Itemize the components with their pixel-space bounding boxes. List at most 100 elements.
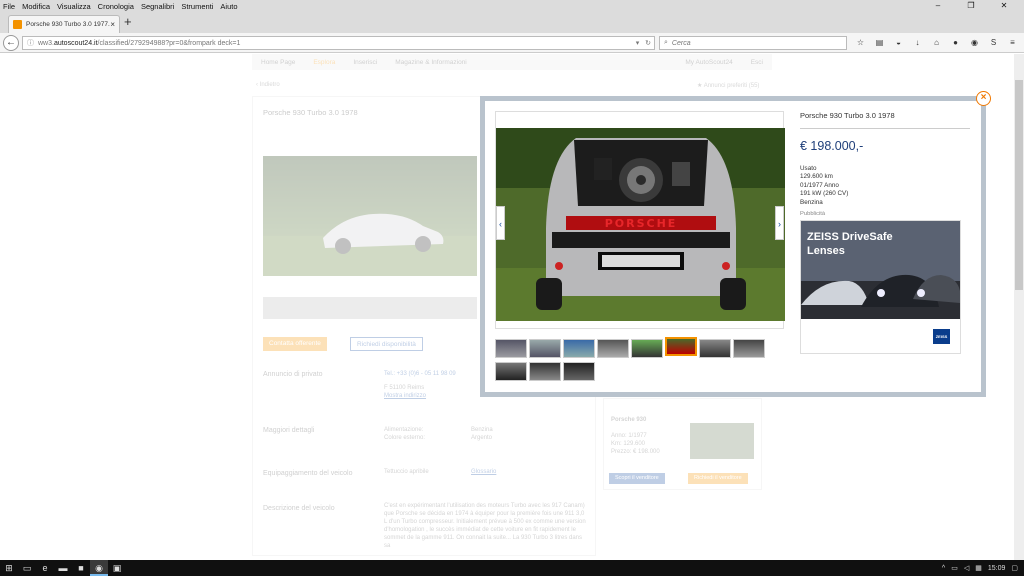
seller-phone[interactable]: Tel.: +33 (0)6 - 05 11 98 09 [384, 371, 456, 377]
clock[interactable]: 15:09 [988, 565, 1006, 572]
new-tab-button[interactable]: + [124, 15, 132, 29]
navigation-bar: ← ⓘ ww3.autoscout24.it/classified/279294… [0, 33, 1024, 53]
porsche-engine-image: PORSCHE [496, 128, 785, 321]
minimize-button[interactable]: – [925, 0, 951, 12]
close-modal-button[interactable]: × [976, 91, 991, 106]
chat-icon[interactable]: ● [946, 36, 965, 50]
thumbnail[interactable] [495, 339, 527, 358]
zeiss-advertisement[interactable]: ZEISS DriveSafe Lenses ZEISS [800, 220, 961, 354]
window-controls: – ❐ ✕ [925, 0, 1024, 12]
site-nav-home[interactable]: Home Page [261, 59, 295, 66]
thumbnail[interactable] [563, 362, 595, 381]
info-icon[interactable]: ⓘ [27, 38, 34, 48]
menu-cronologia[interactable]: Cronologia [98, 2, 134, 11]
menu-strumenti[interactable]: Strumenti [181, 2, 213, 11]
next-photo-button[interactable]: › [775, 206, 784, 240]
color-value: Argento [471, 435, 493, 441]
thumbnail[interactable] [733, 339, 765, 358]
car-side-image [263, 213, 477, 276]
similar-btn-1[interactable]: Scopri il venditore [609, 473, 665, 484]
extension-icon[interactable]: ◉ [965, 36, 984, 50]
app-icon[interactable]: ■ [72, 560, 90, 576]
thumbnail[interactable] [699, 339, 731, 358]
volume-icon[interactable]: ◁ [964, 564, 969, 572]
similar-listing-card[interactable]: Porsche 930 Anno: 1/1977 Km: 129.600 Pre… [603, 398, 762, 490]
thumbnail-selected[interactable] [665, 337, 697, 356]
menu-hamburger-icon[interactable]: ≡ [1003, 36, 1022, 50]
porsche-lettering: PORSCHE [605, 217, 678, 230]
thumbnail[interactable] [597, 339, 629, 358]
seller-section-label: Annuncio di privato [263, 371, 323, 378]
maximize-button[interactable]: ❐ [958, 0, 984, 12]
tab-close-icon[interactable]: × [110, 20, 115, 29]
site-nav-esplora[interactable]: Esplora [313, 59, 335, 66]
toolbar-icons: ☆ ▤ ◒ ↓ ⌂ ● ◉ S ≡ [851, 36, 1022, 50]
site-nav-inserisci[interactable]: Inserisci [353, 59, 377, 66]
glossary-link[interactable]: Glossario [471, 469, 496, 475]
contact-seller-button[interactable]: Contatta offerente [263, 337, 327, 351]
favorites-link[interactable]: ★ Annunci preferiti (55) [697, 82, 759, 89]
show-address-link[interactable]: Mostra indirizzo [384, 393, 426, 399]
url-bar[interactable]: ⓘ ww3.autoscout24.it/classified/27929498… [22, 36, 655, 50]
details-section-label: Maggiori dettagli [263, 427, 315, 434]
skype-icon[interactable]: S [984, 36, 1003, 50]
menu-file[interactable]: File [3, 2, 15, 11]
detail-km: 129.600 km [800, 173, 833, 181]
firefox-icon[interactable]: ◉ [90, 560, 108, 576]
ad-headline: ZEISS DriveSafe Lenses [807, 231, 893, 257]
zeiss-logo: ZEISS [933, 329, 950, 344]
back-button[interactable]: ← [3, 35, 19, 51]
scrollbar-thumb[interactable] [1015, 80, 1023, 290]
equipment-value: Tettuccio apribile [384, 469, 429, 475]
similar-photo[interactable] [690, 423, 754, 459]
reload-icon[interactable]: ▾ ↻ [636, 39, 651, 47]
network-icon[interactable]: ▭ [951, 564, 958, 572]
page-scrollbar[interactable] [1014, 54, 1024, 560]
gallery-modal: PORSCHE ‹ › Porsche 930 Turbo 3.0 1978 €… [485, 101, 981, 392]
similar-btn-2[interactable]: Richiedi il venditore [688, 473, 748, 484]
fuel-label: Alimentazione: [384, 427, 424, 433]
download-icon[interactable]: ↓ [908, 36, 927, 50]
equipment-section-label: Equipaggiamento del veicolo [263, 470, 353, 477]
home-icon[interactable]: ⌂ [927, 36, 946, 50]
thumbnail[interactable] [495, 362, 527, 381]
request-availability-button[interactable]: Richiedi disponibilità [350, 337, 423, 351]
tray-up-icon[interactable]: ^ [942, 565, 945, 572]
site-nav-esci[interactable]: Esci [751, 59, 763, 66]
site-nav-my[interactable]: My AutoScout24 [685, 59, 732, 66]
close-window-button[interactable]: ✕ [991, 0, 1017, 12]
main-photo[interactable]: PORSCHE [496, 128, 785, 321]
thumbnail[interactable] [529, 362, 561, 381]
start-icon[interactable]: ⊞ [0, 560, 18, 576]
modal-details: Usato 129.600 km 01/1977 Anno 191 kW (26… [800, 165, 970, 207]
gallery-modal-frame: PORSCHE ‹ › Porsche 930 Turbo 3.0 1978 €… [480, 96, 986, 397]
modal-info-panel: Porsche 930 Turbo 3.0 1978 € 198.000,- U… [800, 111, 970, 217]
detail-power: 191 kW (260 CV) [800, 190, 849, 198]
modal-price: € 198.000,- [800, 139, 864, 153]
search-input[interactable]: ⌕ Cerca [659, 36, 847, 50]
pocket-icon[interactable]: ◒ [889, 36, 908, 50]
thumbnail[interactable] [529, 339, 561, 358]
description-section-label: Descrizione del veicolo [263, 505, 335, 512]
listing-thumbnail-strip[interactable] [263, 297, 477, 319]
thumbnail[interactable] [631, 339, 663, 358]
keyboard-icon[interactable]: ▦ [975, 564, 982, 572]
menu-aiuto[interactable]: Aiuto [220, 2, 237, 11]
back-link[interactable]: ‹ Indietro [256, 82, 280, 88]
bookmark-star-icon[interactable]: ☆ [851, 36, 870, 50]
prev-photo-button[interactable]: ‹ [496, 206, 505, 240]
menu-visualizza[interactable]: Visualizza [57, 2, 91, 11]
tab-autoscout[interactable]: Porsche 930 Turbo 3.0 1977... × [8, 15, 120, 33]
listing-photo[interactable] [263, 156, 477, 276]
menu-modifica[interactable]: Modifica [22, 2, 50, 11]
app2-icon[interactable]: ▣ [108, 560, 126, 576]
reading-list-icon[interactable]: ▤ [870, 36, 889, 50]
menu-segnalibri[interactable]: Segnalibri [141, 2, 174, 11]
tab-title: Porsche 930 Turbo 3.0 1977... [26, 21, 111, 28]
file-explorer-icon[interactable]: ▬ [54, 560, 72, 576]
thumbnail[interactable] [563, 339, 595, 358]
site-nav-magazine[interactable]: Magazine & Informazioni [395, 59, 467, 66]
edge-icon[interactable]: e [36, 560, 54, 576]
task-view-icon[interactable]: ▭ [18, 560, 36, 576]
notification-icon[interactable]: ▢ [1011, 564, 1018, 572]
